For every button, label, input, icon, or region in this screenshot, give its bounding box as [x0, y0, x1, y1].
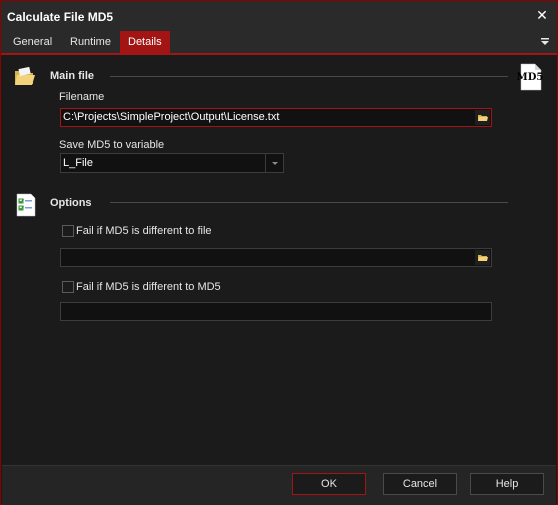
tab-strip: General Runtime Details	[1, 31, 557, 55]
tab-general[interactable]: General	[5, 31, 60, 53]
main-file-heading: Main file	[50, 70, 95, 82]
close-icon[interactable]: ✕	[533, 6, 551, 24]
main-file-divider	[110, 76, 508, 77]
fail-file-label: Fail if MD5 is different to file	[76, 225, 212, 237]
md5-badge-icon: MD5	[516, 63, 544, 91]
button-bar: OK Cancel Help	[2, 465, 556, 505]
help-button[interactable]: Help	[470, 473, 544, 495]
tab-details[interactable]: Details	[120, 31, 170, 53]
browse-folder-icon[interactable]	[475, 250, 490, 265]
fail-file-checkbox[interactable]	[62, 225, 74, 237]
fail-md5-label: Fail if MD5 is different to MD5	[76, 281, 221, 293]
save-variable-select[interactable]: L_File	[60, 153, 284, 173]
options-heading: Options	[50, 197, 92, 209]
save-variable-value: L_File	[63, 157, 93, 169]
menu-arrow-icon[interactable]	[539, 36, 551, 48]
filename-value: C:\Projects\SimpleProject\Output\License…	[63, 111, 280, 123]
md5-badge-text: MD5	[516, 72, 544, 83]
browse-folder-icon[interactable]	[475, 110, 490, 125]
folder-icon	[15, 66, 35, 85]
checklist-icon	[16, 193, 36, 217]
title-bar: Calculate File MD5 ✕	[1, 1, 557, 31]
chevron-down-icon[interactable]	[265, 154, 283, 172]
dialog-window: Calculate File MD5 ✕ General Runtime Det…	[0, 0, 558, 505]
save-variable-label: Save MD5 to variable	[59, 139, 165, 151]
tab-runtime[interactable]: Runtime	[62, 31, 119, 53]
ok-button[interactable]: OK	[292, 473, 366, 495]
cancel-button[interactable]: Cancel	[383, 473, 457, 495]
window-title: Calculate File MD5	[7, 10, 114, 24]
details-panel: Main file MD5 Filename C:\Projects\Simpl…	[2, 57, 556, 465]
fail-md5-checkbox[interactable]	[62, 281, 74, 293]
fail-md5-field[interactable]	[60, 302, 492, 321]
filename-label: Filename	[59, 91, 105, 103]
options-divider	[110, 202, 508, 203]
fail-file-field[interactable]	[60, 248, 492, 267]
filename-field[interactable]: C:\Projects\SimpleProject\Output\License…	[60, 108, 492, 127]
